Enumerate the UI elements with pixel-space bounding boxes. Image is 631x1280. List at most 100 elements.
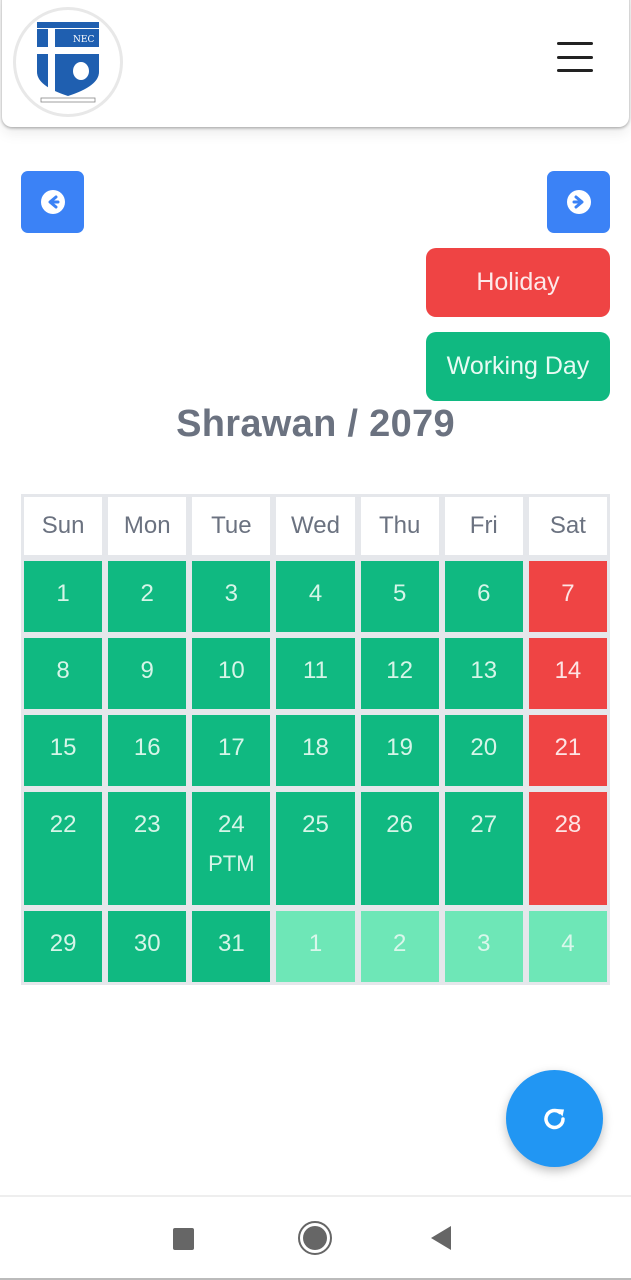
weekday-header: Mon [108, 497, 187, 555]
holiday-legend-button[interactable]: Holiday [426, 248, 610, 317]
refresh-icon [543, 1108, 565, 1129]
day-number: 22 [49, 811, 77, 838]
day-number: 10 [218, 657, 245, 684]
working-day-cell[interactable]: 4 [276, 561, 355, 632]
day-number: 4 [561, 930, 575, 957]
day-number: 1 [56, 580, 70, 607]
day-number: 24 [218, 811, 245, 838]
day-number: 15 [49, 734, 77, 761]
working-day-cell[interactable]: 23 [108, 792, 187, 905]
day-number: 9 [140, 657, 154, 684]
working-day-cell[interactable]: 17 [192, 715, 271, 786]
working-day-cell[interactable]: 2 [108, 561, 187, 632]
next-month-day-cell[interactable]: 3 [444, 911, 523, 982]
day-number: 17 [218, 734, 245, 761]
working-day-cell[interactable]: 26 [360, 792, 439, 905]
day-number: 16 [133, 734, 161, 761]
next-month-day-cell[interactable]: 4 [528, 911, 607, 982]
working-day-cell[interactable]: 8 [24, 638, 103, 709]
day-number: 26 [386, 811, 413, 838]
day-number: 3 [224, 580, 239, 607]
day-number: 20 [470, 734, 498, 761]
working-day-cell[interactable]: 10 [192, 638, 271, 709]
day-number: 1 [308, 930, 323, 957]
weekday-header: Sat [528, 497, 607, 555]
hamburger-icon-bar [557, 42, 593, 45]
working-day-cell[interactable]: 19 [360, 715, 439, 786]
day-event-note: PTM [208, 851, 255, 876]
day-number: 2 [140, 580, 154, 607]
recents-button[interactable] [173, 1228, 194, 1250]
working-day-cell[interactable]: 31 [192, 911, 271, 982]
working-day-cell[interactable]: 6 [444, 561, 523, 632]
arrow-right-circle-icon [566, 190, 591, 214]
refresh-button[interactable] [506, 1070, 603, 1167]
day-number: 28 [554, 811, 582, 838]
working-day-cell[interactable]: 5 [360, 561, 439, 632]
holiday-day-cell[interactable]: 14 [528, 638, 607, 709]
working-day-cell[interactable]: 25 [276, 792, 355, 905]
working-day-cell[interactable]: 13 [444, 638, 523, 709]
next-month-button[interactable] [547, 171, 610, 233]
day-number: 3 [477, 930, 491, 957]
day-number: 30 [133, 930, 161, 957]
hamburger-icon-bar [557, 69, 593, 72]
day-number: 5 [392, 580, 407, 607]
holiday-day-cell[interactable]: 28 [528, 792, 607, 905]
back-button[interactable] [431, 1226, 451, 1250]
working-day-cell[interactable]: 3 [192, 561, 271, 632]
working-day-cell[interactable]: 29 [24, 911, 103, 982]
day-number: 12 [386, 657, 413, 684]
weekday-header: Tue [192, 497, 271, 555]
day-number: 23 [133, 811, 161, 838]
working-day-legend-button[interactable]: Working Day [426, 332, 610, 401]
day-number: 31 [218, 930, 245, 957]
weekday-header: Thu [360, 497, 439, 555]
day-number: 11 [303, 657, 328, 684]
arrow-left-circle-icon [40, 190, 65, 214]
day-number: 14 [554, 657, 582, 684]
working-day-cell[interactable]: 27 [444, 792, 523, 905]
next-month-day-cell[interactable]: 2 [360, 911, 439, 982]
weekday-header: Fri [444, 497, 523, 555]
working-day-cell[interactable]: 15 [24, 715, 103, 786]
day-number: 4 [308, 580, 323, 607]
calendar-grid: Sun Mon Tue Wed Thu Fri Sat 1 2 3 4 5 6 7 8 9 10 11 12 13 14… [21, 494, 610, 985]
day-number: 7 [561, 580, 575, 607]
menu-button[interactable] [554, 40, 596, 74]
weekday-header: Wed [276, 497, 355, 555]
day-number: 13 [470, 657, 498, 684]
day-number: 8 [56, 657, 70, 684]
weekday-header: Sun [24, 497, 103, 555]
working-day-cell[interactable]: 24 PTM [192, 792, 271, 905]
day-number: 27 [470, 811, 498, 838]
day-number: 6 [477, 580, 491, 607]
app-header: NEC [2, 0, 629, 127]
working-day-cell[interactable]: 20 [444, 715, 523, 786]
svg-text:NEC: NEC [73, 35, 94, 45]
day-number: 18 [302, 734, 329, 761]
previous-month-button[interactable] [21, 171, 84, 233]
working-day-cell[interactable]: 16 [108, 715, 187, 786]
school-logo[interactable]: NEC [13, 7, 123, 117]
next-month-day-cell[interactable]: 1 [276, 911, 355, 982]
working-day-cell[interactable]: 1 [24, 561, 103, 632]
day-number: 2 [392, 930, 407, 957]
circle-home-icon [303, 1226, 327, 1250]
day-number: 19 [386, 734, 413, 761]
home-button[interactable] [298, 1221, 332, 1255]
holiday-day-cell[interactable]: 7 [528, 561, 607, 632]
working-day-cell[interactable]: 22 [24, 792, 103, 905]
holiday-day-cell[interactable]: 21 [528, 715, 607, 786]
day-number: 29 [49, 930, 77, 957]
day-number: 21 [554, 734, 582, 761]
hamburger-icon-bar [557, 55, 593, 59]
working-day-cell[interactable]: 9 [108, 638, 187, 709]
working-day-cell[interactable]: 11 [276, 638, 355, 709]
working-day-cell[interactable]: 30 [108, 911, 187, 982]
working-day-cell[interactable]: 12 [360, 638, 439, 709]
month-year-title: Shrawan / 2079 [176, 403, 455, 445]
day-number: 25 [302, 811, 329, 838]
working-day-cell[interactable]: 18 [276, 715, 355, 786]
school-crest-icon: NEC [37, 22, 99, 103]
